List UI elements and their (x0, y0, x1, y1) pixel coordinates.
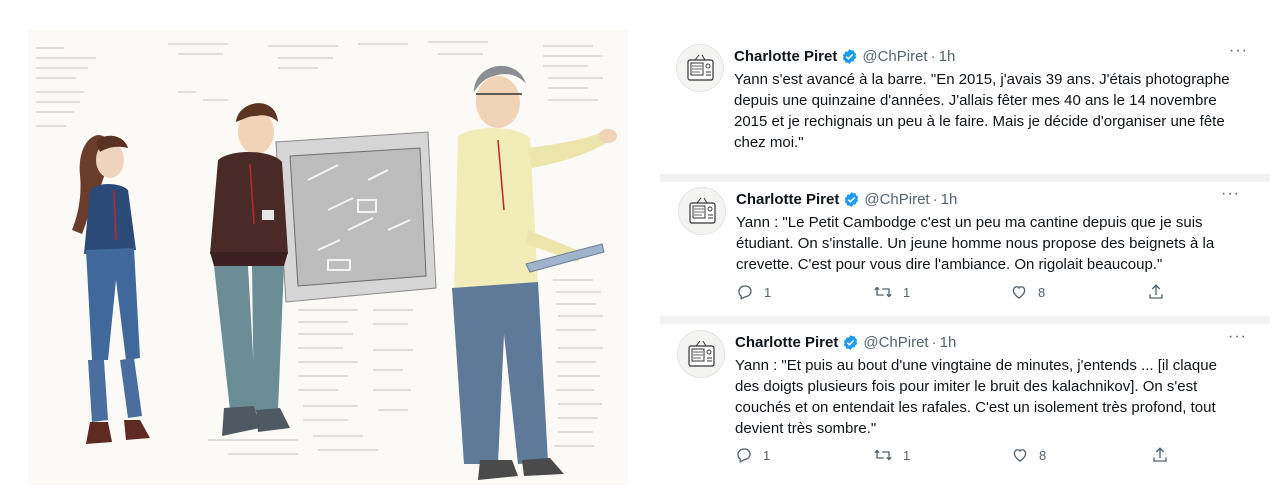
like-button[interactable]: 8 (1010, 283, 1147, 301)
tweet-divider (660, 316, 1270, 324)
tweet-actions: 1 1 8 (736, 283, 1165, 301)
tweet-header: Charlotte Piret @ChPiret · 1h (736, 189, 1240, 209)
share-icon (1151, 446, 1169, 464)
tweet-text: Yann : "Le Petit Cambodge c'est un peu m… (736, 214, 1215, 273)
courtroom-sketch-illustration (28, 30, 628, 485)
retweet-count: 1 (903, 447, 911, 463)
retweet-icon (873, 283, 893, 301)
floor-plan-board (275, 131, 437, 303)
tweet-2[interactable]: Charlotte Piret @ChPiret · 1h ··· Yann :… (678, 186, 1240, 315)
tweet-timestamp[interactable]: 1h (941, 191, 958, 208)
figure-woman (72, 135, 150, 444)
author-handle[interactable]: @ChPiret (863, 334, 928, 351)
author-name[interactable]: Charlotte Piret (736, 191, 839, 208)
like-icon (1010, 283, 1028, 301)
tweet-text: Yann : "Et puis au bout d'une vingtaine … (735, 357, 1217, 437)
tweet-divider (660, 174, 1270, 182)
author-name[interactable]: Charlotte Piret (734, 48, 837, 65)
reply-button[interactable]: 1 (735, 446, 873, 464)
retweet-count: 1 (903, 284, 911, 300)
author-avatar[interactable] (677, 330, 725, 378)
like-button[interactable]: 8 (1011, 446, 1151, 464)
share-icon (1147, 283, 1165, 301)
retweet-icon (873, 446, 893, 464)
tweet-1[interactable]: Charlotte Piret @ChPiret · 1h ··· Yann s… (676, 43, 1248, 174)
author-name[interactable]: Charlotte Piret (735, 334, 838, 351)
retweet-button[interactable]: 1 (873, 446, 1011, 464)
reply-count: 1 (764, 284, 772, 300)
reply-button[interactable]: 1 (736, 283, 873, 301)
tweet-text: Yann s'est avancé à la barre. "En 2015, … (734, 71, 1230, 151)
separator-dot: · (932, 190, 938, 208)
more-icon[interactable]: ··· (1221, 186, 1240, 202)
author-avatar[interactable] (678, 187, 726, 235)
verified-badge-icon (841, 48, 858, 65)
tweet-header: Charlotte Piret @ChPiret · 1h (734, 46, 1248, 66)
like-count: 8 (1038, 284, 1046, 300)
retweet-button[interactable]: 1 (873, 283, 1010, 301)
share-button[interactable] (1147, 283, 1165, 301)
author-handle[interactable]: @ChPiret (864, 191, 929, 208)
more-icon[interactable]: ··· (1229, 43, 1248, 59)
separator-dot: · (930, 47, 936, 65)
author-handle[interactable]: @ChPiret (862, 48, 927, 65)
like-count: 8 (1039, 447, 1047, 463)
reply-icon (736, 283, 754, 301)
share-button[interactable] (1151, 446, 1169, 464)
tweet-timestamp[interactable]: 1h (940, 334, 957, 351)
verified-badge-icon (843, 191, 860, 208)
author-avatar[interactable] (676, 44, 724, 92)
reply-icon (735, 446, 753, 464)
tweet-actions: 1 1 8 (735, 446, 1169, 464)
reply-count: 1 (763, 447, 771, 463)
separator-dot: · (931, 333, 937, 351)
more-icon[interactable]: ··· (1228, 329, 1247, 345)
tweet-header: Charlotte Piret @ChPiret · 1h (735, 332, 1247, 352)
tweet-3[interactable]: Charlotte Piret @ChPiret · 1h ··· Yann :… (677, 329, 1247, 470)
tweet-timestamp[interactable]: 1h (939, 48, 956, 65)
like-icon (1011, 446, 1029, 464)
verified-badge-icon (842, 334, 859, 351)
